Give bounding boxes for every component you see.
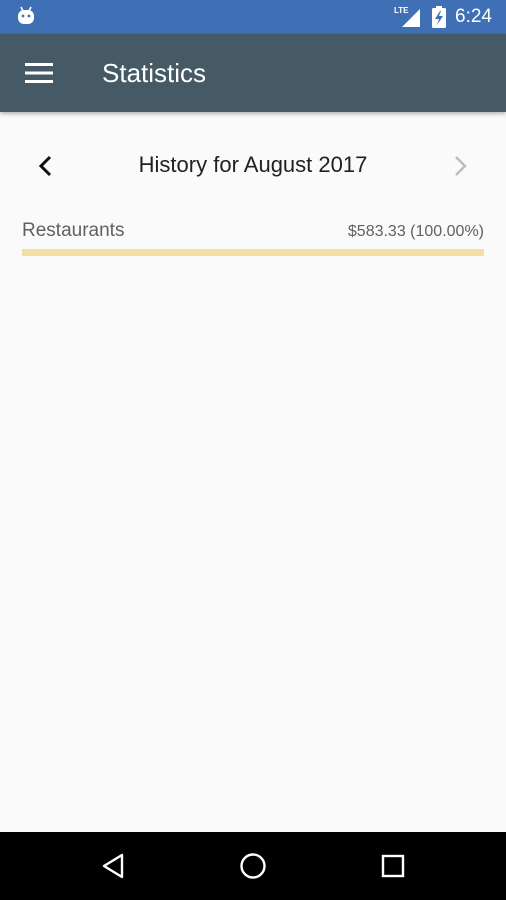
- system-navigation-bar: [0, 832, 506, 900]
- battery-charging-icon: [432, 6, 446, 28]
- category-row[interactable]: Restaurants $583.33 (100.00%): [22, 218, 484, 262]
- status-bar: LTE 6:24: [0, 0, 506, 34]
- history-title: History for August 2017: [138, 152, 368, 177]
- home-button[interactable]: [233, 846, 273, 886]
- previous-month-button[interactable]: [28, 146, 64, 186]
- statistics-content: History for August 2017 Restaurants $583…: [0, 112, 506, 832]
- category-bar-fill: [22, 249, 484, 256]
- app-bar: Statistics: [0, 34, 506, 112]
- chevron-right-icon: [455, 156, 467, 176]
- page-title: Statistics: [102, 58, 207, 88]
- lte-signal-icon: LTE: [394, 6, 420, 27]
- chevron-left-icon: [38, 155, 52, 177]
- recents-button[interactable]: [373, 846, 413, 886]
- network-label: LTE: [394, 6, 409, 15]
- hamburger-menu-icon: [25, 63, 53, 83]
- status-time: 6:24: [455, 6, 492, 27]
- back-button[interactable]: [93, 846, 133, 886]
- back-triangle-icon: [102, 853, 124, 879]
- home-circle-icon: [240, 853, 266, 879]
- category-amount: $583.33 (100.00%): [347, 223, 484, 240]
- category-bar-track: [22, 249, 484, 256]
- menu-button[interactable]: [14, 53, 64, 93]
- category-name: Restaurants: [22, 220, 125, 241]
- next-month-button[interactable]: [442, 146, 478, 186]
- month-navigation: History for August 2017: [0, 138, 506, 194]
- recents-square-icon: [381, 854, 405, 878]
- android-icon: [18, 6, 34, 24]
